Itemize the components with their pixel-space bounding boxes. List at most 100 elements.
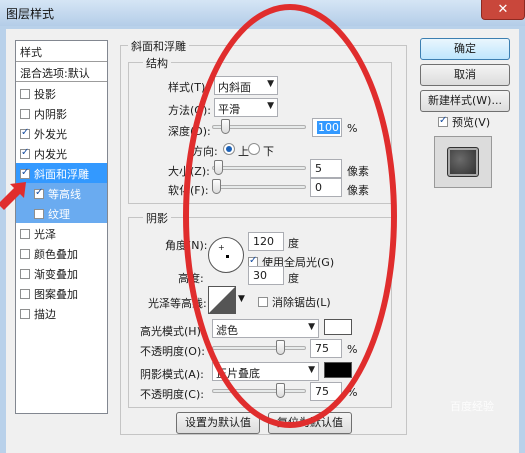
- size-unit: 像素: [347, 165, 369, 178]
- angle-input[interactable]: 120: [248, 232, 284, 251]
- style-list-item[interactable]: 渐变叠加: [16, 263, 107, 283]
- cancel-button[interactable]: 取消: [420, 64, 510, 86]
- style-list-item-label: 内发光: [34, 148, 67, 161]
- annotation-arrow-icon: [0, 182, 26, 210]
- shadow-opacity-unit: %: [347, 386, 358, 399]
- antialias-option[interactable]: 消除锯齿(L): [258, 294, 378, 310]
- angle-dial[interactable]: +: [208, 237, 244, 273]
- gloss-contour-picker[interactable]: [208, 286, 236, 314]
- style-list-item-label: 内阴影: [34, 108, 67, 121]
- chevron-down-icon: ▼: [308, 365, 315, 375]
- direction-up-radio[interactable]: [223, 143, 235, 155]
- style-list-item[interactable]: 纹理: [16, 203, 107, 223]
- shadow-opacity-track[interactable]: [212, 389, 306, 393]
- structure-title: 结构: [143, 55, 171, 71]
- close-button[interactable]: ✕: [481, 0, 525, 20]
- style-checkbox[interactable]: [20, 249, 30, 259]
- style-checkbox[interactable]: [20, 269, 30, 279]
- ok-button[interactable]: 确定: [420, 38, 510, 60]
- direction-down-label: 下: [263, 145, 274, 158]
- bevel-style-select[interactable]: 内斜面 ▼: [214, 76, 278, 95]
- shading-title: 阴影: [143, 210, 171, 226]
- gloss-contour-dropdown-icon[interactable]: ▼: [238, 294, 245, 304]
- preview-option[interactable]: 预览(V): [438, 114, 518, 130]
- style-checkbox[interactable]: [20, 89, 30, 99]
- chevron-down-icon: ▼: [308, 322, 315, 332]
- style-list-item[interactable]: 颜色叠加: [16, 243, 107, 263]
- style-checkbox[interactable]: [20, 167, 30, 179]
- highlight-mode-label: 高光模式(H):: [140, 325, 205, 338]
- chevron-down-icon: ▼: [267, 101, 274, 111]
- style-checkbox[interactable]: [20, 127, 30, 139]
- altitude-input[interactable]: 30: [248, 266, 284, 285]
- antialias-checkbox[interactable]: [258, 297, 268, 307]
- soften-input[interactable]: 0: [310, 178, 342, 197]
- highlight-opacity-unit: %: [347, 343, 358, 356]
- technique-select[interactable]: 平滑 ▼: [214, 98, 278, 117]
- soften-slider-track[interactable]: [212, 185, 306, 189]
- style-list-item-label: 斜面和浮雕: [34, 168, 89, 181]
- technique-value: 平滑: [218, 103, 240, 116]
- highlight-mode-value: 滤色: [216, 324, 238, 337]
- style-checkbox[interactable]: [20, 309, 30, 319]
- reset-default-button[interactable]: 复位为默认值: [268, 412, 352, 434]
- preview-thumbnail: [434, 136, 492, 188]
- soften-label: 软化(F):: [168, 184, 209, 197]
- size-slider-thumb[interactable]: [213, 160, 223, 175]
- style-list-item-label: 图案叠加: [34, 288, 78, 301]
- size-input[interactable]: 5: [310, 159, 342, 178]
- contour-curve-icon: [209, 287, 235, 313]
- style-list-item[interactable]: 描边: [16, 303, 107, 323]
- shadow-opacity-thumb[interactable]: [275, 383, 285, 398]
- size-slider-track[interactable]: [212, 166, 306, 170]
- style-list-item-label: 渐变叠加: [34, 268, 78, 281]
- style-list-header[interactable]: 样式: [16, 41, 107, 62]
- window-title: 图层样式: [6, 7, 55, 21]
- style-list-item-label: 纹理: [48, 208, 70, 221]
- style-list-item[interactable]: 内发光: [16, 143, 107, 163]
- shadow-opacity-input[interactable]: 75: [310, 382, 342, 401]
- style-list: 样式 混合选项:默认 投影内阴影外发光内发光斜面和浮雕等高线纹理光泽颜色叠加渐变…: [15, 40, 108, 414]
- style-list-item-label: 等高线: [48, 188, 81, 201]
- depth-input[interactable]: 100: [312, 118, 342, 137]
- style-list-item[interactable]: 外发光: [16, 123, 107, 143]
- style-list-item[interactable]: 投影: [16, 83, 107, 103]
- shadow-mode-select[interactable]: 正片叠底 ▼: [212, 362, 319, 381]
- new-style-button[interactable]: 新建样式(W)...: [420, 90, 510, 112]
- style-list-item[interactable]: 斜面和浮雕: [16, 163, 107, 183]
- style-list-item-label: 颜色叠加: [34, 248, 78, 261]
- style-checkbox[interactable]: [34, 187, 44, 199]
- angle-label: 角度(N):: [165, 239, 208, 252]
- blend-options-item[interactable]: 混合选项:默认: [16, 62, 107, 82]
- angle-unit: 度: [288, 237, 299, 250]
- soften-slider-thumb[interactable]: [212, 179, 221, 194]
- style-checkbox[interactable]: [34, 209, 44, 219]
- highlight-color-swatch[interactable]: [324, 319, 352, 335]
- style-checkbox[interactable]: [20, 229, 30, 239]
- style-checkbox[interactable]: [20, 109, 30, 119]
- style-checkbox[interactable]: [20, 289, 30, 299]
- shadow-color-swatch[interactable]: [324, 362, 352, 378]
- depth-slider-thumb[interactable]: [220, 119, 230, 134]
- method-label: 方法(Q):: [168, 104, 211, 117]
- set-default-button[interactable]: 设置为默认值: [176, 412, 260, 434]
- altitude-label: 高度:: [178, 272, 204, 285]
- chevron-down-icon: ▼: [267, 79, 274, 89]
- soften-unit: 像素: [347, 184, 369, 197]
- style-list-item[interactable]: 光泽: [16, 223, 107, 243]
- depth-unit: %: [347, 122, 358, 135]
- style-list-item[interactable]: 图案叠加: [16, 283, 107, 303]
- style-checkbox[interactable]: [20, 147, 30, 159]
- direction-label: 方向:: [192, 145, 218, 158]
- style-list-item[interactable]: 内阴影: [16, 103, 107, 123]
- highlight-opacity-input[interactable]: 75: [310, 339, 342, 358]
- shadow-mode-value: 正片叠底: [216, 367, 260, 380]
- direction-down-radio[interactable]: [248, 143, 260, 155]
- highlight-opacity-thumb[interactable]: [275, 340, 285, 355]
- watermark: 百度经验: [450, 400, 494, 413]
- highlight-opacity-track[interactable]: [212, 346, 306, 350]
- style-list-item-label: 外发光: [34, 128, 67, 141]
- highlight-mode-select[interactable]: 滤色 ▼: [212, 319, 319, 338]
- preview-checkbox[interactable]: [438, 115, 448, 127]
- style-list-item[interactable]: 等高线: [16, 183, 107, 203]
